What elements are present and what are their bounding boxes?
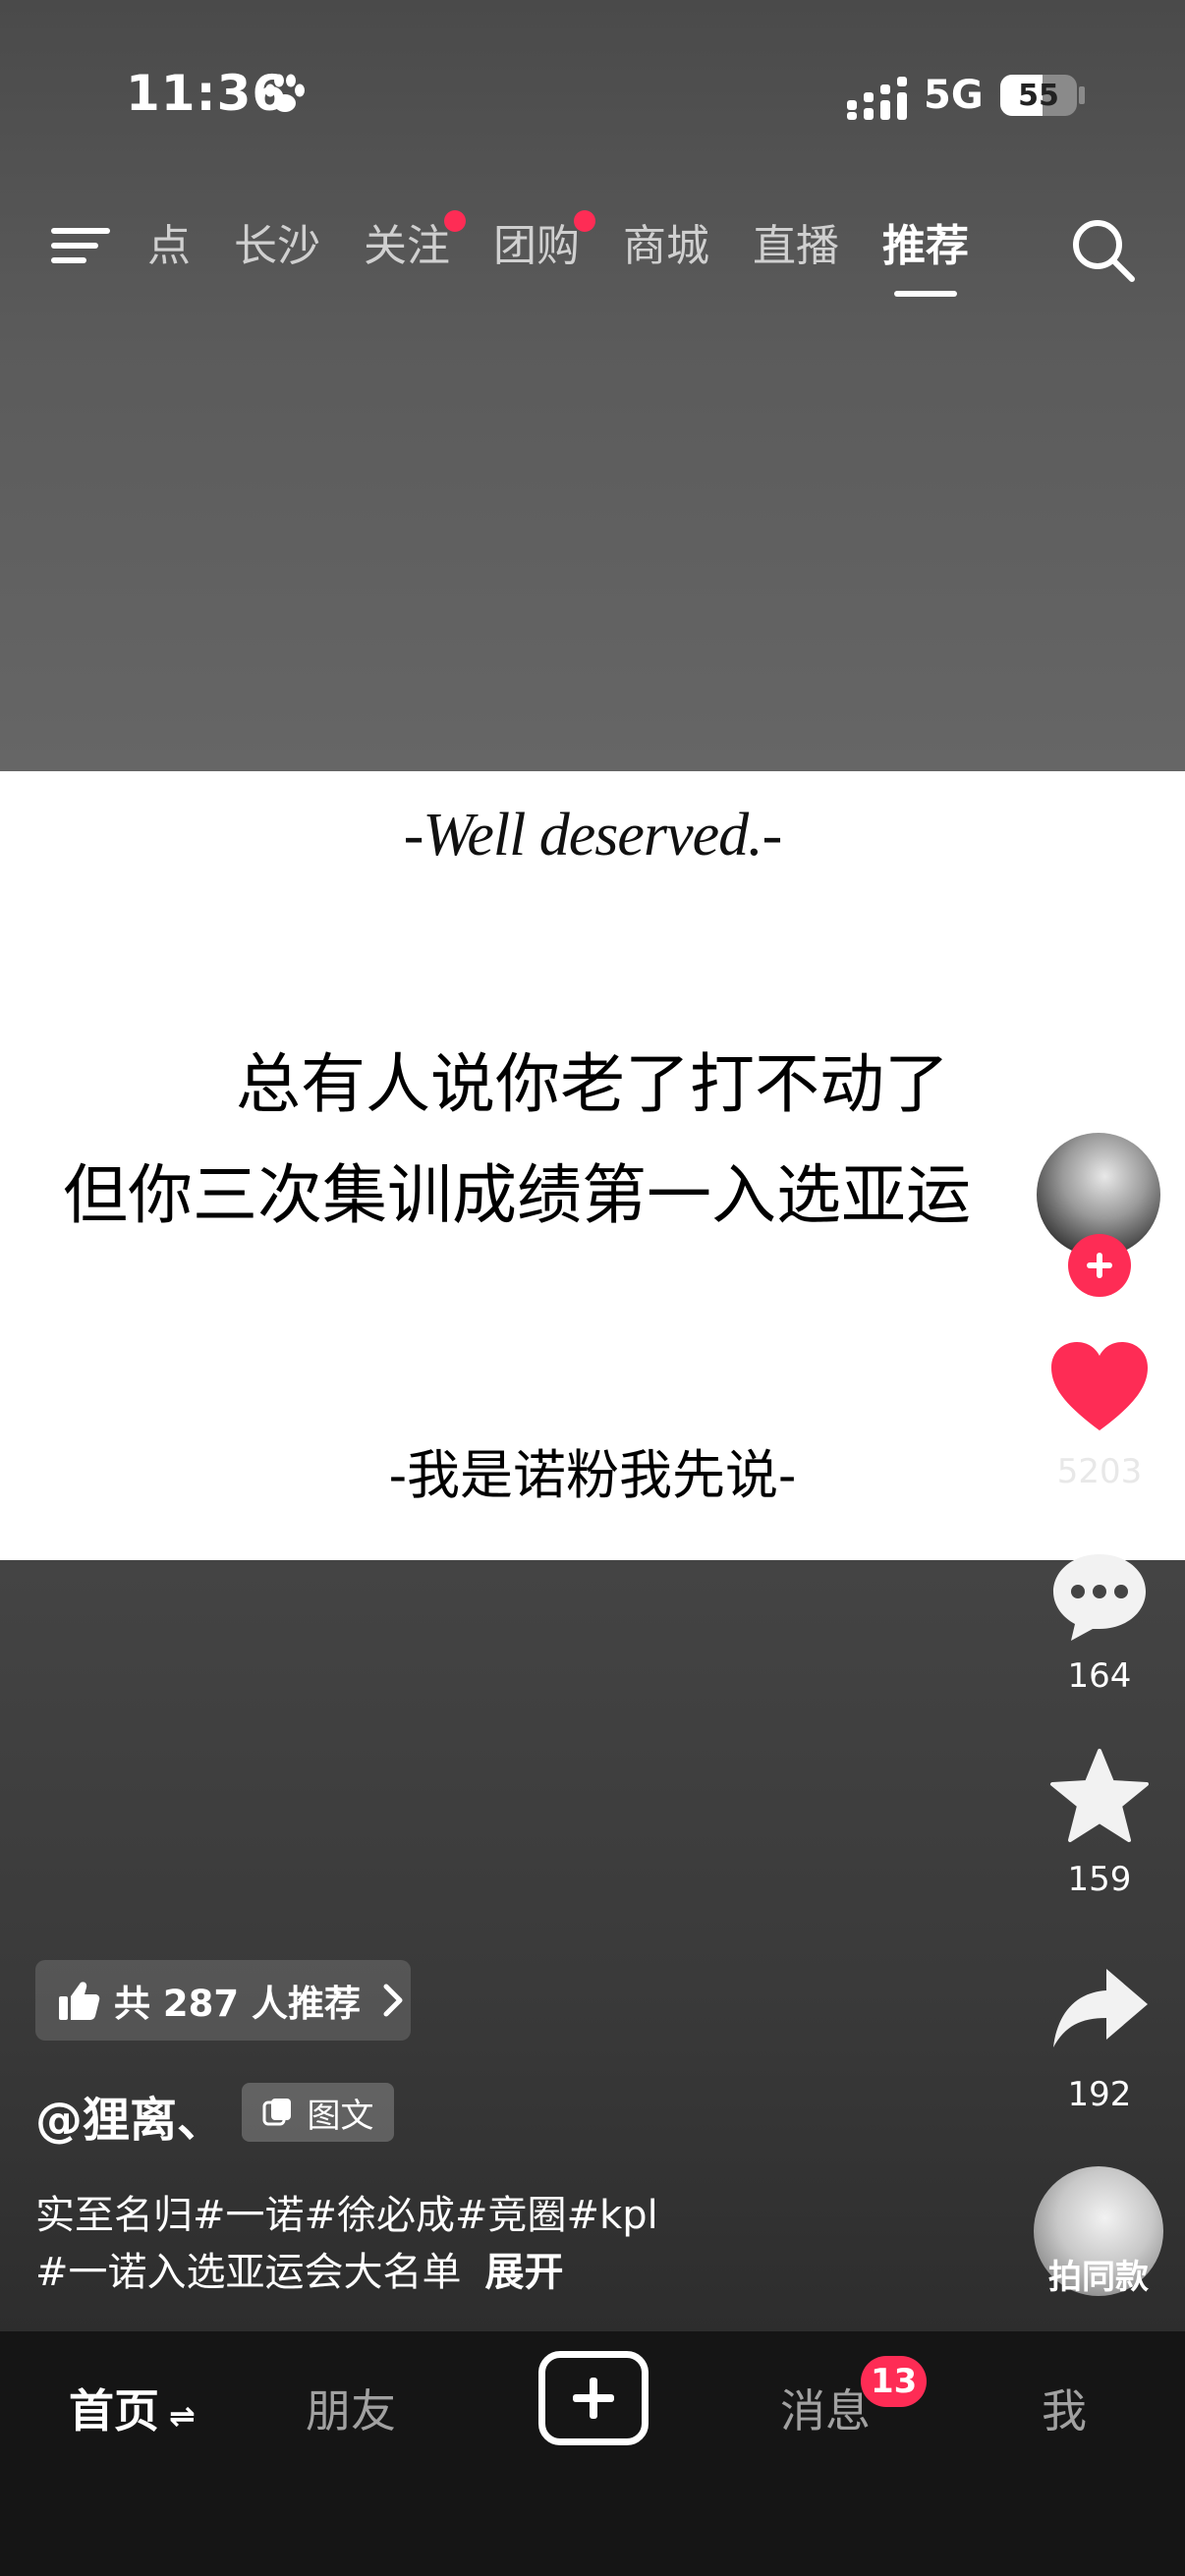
favorite-count: 159	[1067, 1860, 1132, 1899]
chevron-right-icon	[383, 1984, 403, 2017]
top-tabs: 点长沙 关注 团购 商城 直播 推荐	[147, 210, 1012, 297]
tab-6[interactable]: 推荐	[882, 214, 969, 297]
post-tagline: -我是诺粉我先说-	[388, 1444, 797, 1506]
share-count: 192	[1067, 2075, 1132, 2114]
post-text-line2: 但你三次集训成绩第一入选亚运	[63, 1157, 971, 1233]
nav-friends[interactable]: 朋友	[306, 2376, 396, 2440]
network-type: 5G	[924, 73, 984, 118]
recommend-label: 共 287 人推荐	[114, 1983, 361, 2025]
post-script-title: -Well deserved.-	[403, 802, 783, 868]
messages-badge: 13	[861, 2356, 928, 2407]
caption-line2[interactable]: #一诺入选亚运会大名单 展开	[35, 2240, 979, 2297]
comment-count: 164	[1067, 1656, 1132, 1696]
tab-label: 商城	[623, 221, 709, 271]
battery-level: 55	[1018, 78, 1059, 113]
tab-4[interactable]: 商城	[623, 214, 709, 283]
post-text-line1: 总有人说你老了打不动了	[236, 1046, 949, 1122]
post-type-badge: 图文	[242, 2083, 394, 2142]
tab-label: 推荐	[882, 221, 969, 271]
plus-icon	[573, 2378, 614, 2419]
favorite-star-icon[interactable]	[1047, 1745, 1152, 1849]
tab-label: 长沙	[234, 221, 320, 271]
plus-icon	[1087, 1253, 1112, 1278]
notification-dot	[444, 210, 466, 232]
nav-messages[interactable]: 消息	[780, 2376, 871, 2440]
nav-me[interactable]: 我	[1042, 2376, 1087, 2440]
tab-5[interactable]: 直播	[753, 214, 839, 283]
menu-icon[interactable]	[51, 222, 110, 269]
notification-dot	[574, 210, 595, 232]
battery-indicator: 55	[1000, 75, 1077, 116]
post-image[interactable]: -Well deserved.- 总有人说你老了打不动了 但你三次集训成绩第一入…	[0, 771, 1185, 1560]
paw-icon	[265, 74, 305, 112]
tab-1[interactable]: 长沙	[234, 214, 320, 283]
tab-0[interactable]: 点	[147, 214, 191, 283]
battery-cap	[1079, 86, 1085, 104]
signal-icon	[847, 77, 907, 120]
caption-line2-text: #一诺入选亚运会大名单	[35, 2250, 462, 2295]
tab-label: 团购	[493, 221, 580, 271]
recommend-pill[interactable]: 共 287 人推荐	[35, 1960, 411, 2041]
gallery-icon	[262, 2099, 291, 2126]
search-icon[interactable]	[1069, 216, 1138, 285]
tab-label: 直播	[753, 221, 839, 271]
share-icon[interactable]	[1047, 1957, 1152, 2061]
thumbs-up-icon	[59, 1982, 100, 2020]
nav-home-label: 首页	[69, 2384, 159, 2437]
follow-button[interactable]	[1068, 1234, 1131, 1297]
author-name[interactable]: @狸离、	[35, 2081, 224, 2150]
create-post-button[interactable]	[538, 2351, 649, 2445]
nav-home[interactable]: 首页 ⇌	[69, 2376, 196, 2440]
tab-2[interactable]: 关注	[364, 210, 466, 283]
heart-icon[interactable]	[1047, 1336, 1152, 1440]
tab-label: 点	[147, 221, 191, 271]
active-tab-indicator	[894, 291, 957, 297]
caption-line1[interactable]: 实至名归#一诺#徐必成#竞圈#kpl	[35, 2183, 979, 2240]
use-template-label[interactable]: 拍同款	[1012, 2250, 1185, 2298]
tab-3[interactable]: 团购	[493, 210, 595, 283]
post-type-label: 图文	[307, 2096, 374, 2136]
swap-icon: ⇌	[169, 2397, 196, 2435]
like-count: 5203	[1056, 1452, 1143, 1491]
expand-button[interactable]: 展开	[485, 2250, 564, 2295]
comment-icon[interactable]	[1047, 1544, 1152, 1649]
tab-label: 关注	[364, 221, 450, 271]
